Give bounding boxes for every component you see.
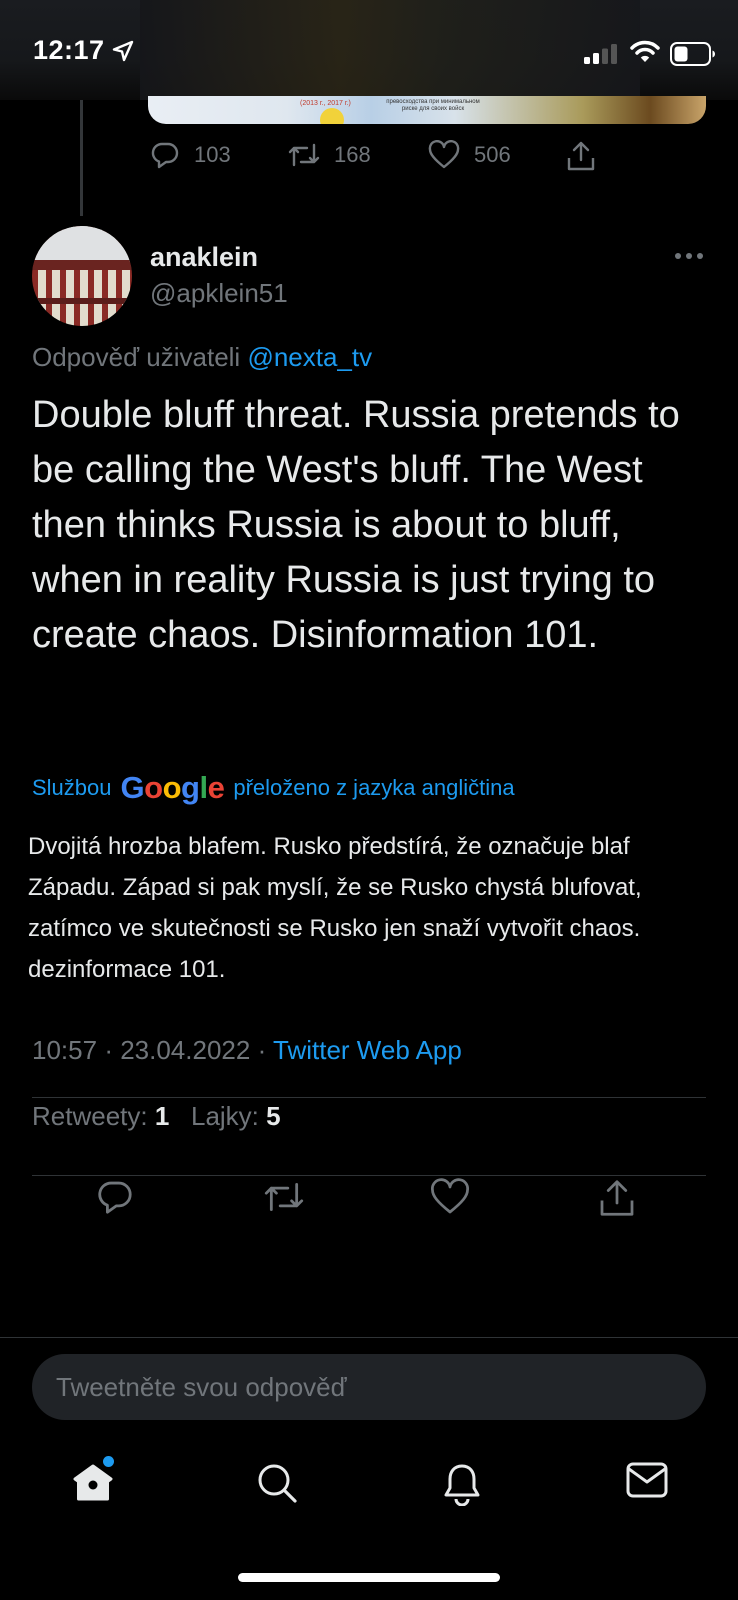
retweet-icon [288,143,320,167]
avatar-sky [32,226,132,260]
translate-suffix: přeloženo z jazyka angličtina [233,775,515,800]
parent-tweet-actions: 103 168 506 [150,140,650,176]
tweet-time: 10:57 [32,1035,98,1065]
battery-icon [670,42,715,66]
wifi-icon [630,40,660,62]
avatar-band-lower [32,298,132,304]
reply-input[interactable] [32,1354,706,1420]
like-icon[interactable] [430,1178,470,1216]
tweet-source-link[interactable]: Twitter Web App [273,1035,462,1065]
tweet-text: Double bluff threat. Russia pretends to … [32,394,680,656]
parent-like-action[interactable]: 506 [428,140,511,170]
messages-icon[interactable] [626,1462,668,1498]
tweet-meta: 10:57 · 23.04.2022 · Twitter Web App [32,1035,462,1066]
retweets-stat[interactable]: Retweety: 1 [32,1101,169,1131]
translation-attribution[interactable]: Službou Google přeloženo z jazyka anglič… [32,770,515,806]
parent-reply-action[interactable]: 103 [150,140,231,170]
retweets-count: 1 [154,1101,170,1131]
location-arrow-icon [112,40,134,62]
status-time: 12:17 [33,35,105,65]
retweets-label: Retweety: [32,1101,148,1131]
reply-context: Odpověď uživateli @nexta_tv [32,342,372,373]
avatar[interactable] [32,226,132,326]
divider [32,1097,706,1098]
parent-like-count: 506 [474,142,511,167]
meta-separator: · [104,1035,121,1065]
home-indicator[interactable] [238,1573,500,1582]
parent-retweet-count: 168 [334,142,371,167]
translate-prefix: Službou [32,775,112,800]
tweet-date: 23.04.2022 [120,1035,251,1065]
signal-icon [584,44,617,64]
retweet-icon[interactable] [263,1178,305,1216]
reply-icon [151,142,179,169]
parent-share-action[interactable] [566,140,596,172]
thread-line [80,100,83,216]
avatar-band [32,260,132,270]
share-icon[interactable] [598,1178,636,1218]
likes-stat[interactable]: Lajky: 5 [191,1101,281,1131]
reply-icon[interactable] [96,1178,134,1216]
status-bar-backdrop [140,0,640,100]
search-icon[interactable] [256,1462,298,1504]
author-handle[interactable]: @apklein51 [150,278,288,309]
bottom-tab-bar [0,1462,738,1522]
share-icon [567,141,595,171]
reply-prefix: Odpověď uživateli [32,342,241,372]
home-icon[interactable] [72,1462,114,1502]
like-icon [428,140,460,169]
google-logo: Google [120,770,225,805]
tweet-action-bar [0,1178,738,1228]
parent-reply-count: 103 [194,142,231,167]
likes-count: 5 [266,1101,281,1131]
likes-label: Lajky: [190,1101,259,1131]
parent-tweet-image[interactable]: (2013 г., 2017 г.) превосходства при мин… [148,96,706,124]
parent-retweet-action[interactable]: 168 [288,140,371,170]
reply-mention-link[interactable]: @nexta_tv [247,342,372,372]
author-name[interactable]: anaklein [150,242,258,273]
more-icon[interactable] [674,252,704,260]
parent-image-caption: (2013 г., 2017 г.) [300,100,351,107]
divider [32,1175,706,1176]
parent-image-emblem [320,108,344,124]
status-bar: 12:17 [0,0,738,100]
parent-image-text: превосходства при минимальном риске для … [386,99,480,112]
notifications-icon[interactable] [442,1462,482,1506]
composer-divider [0,1337,738,1338]
meta-separator: · [257,1035,273,1065]
tweet-stats: Retweety: 1 Lajky: 5 [32,1101,281,1132]
translated-text: Dvojitá hrozba blafem. Rusko předstírá, … [28,833,642,983]
